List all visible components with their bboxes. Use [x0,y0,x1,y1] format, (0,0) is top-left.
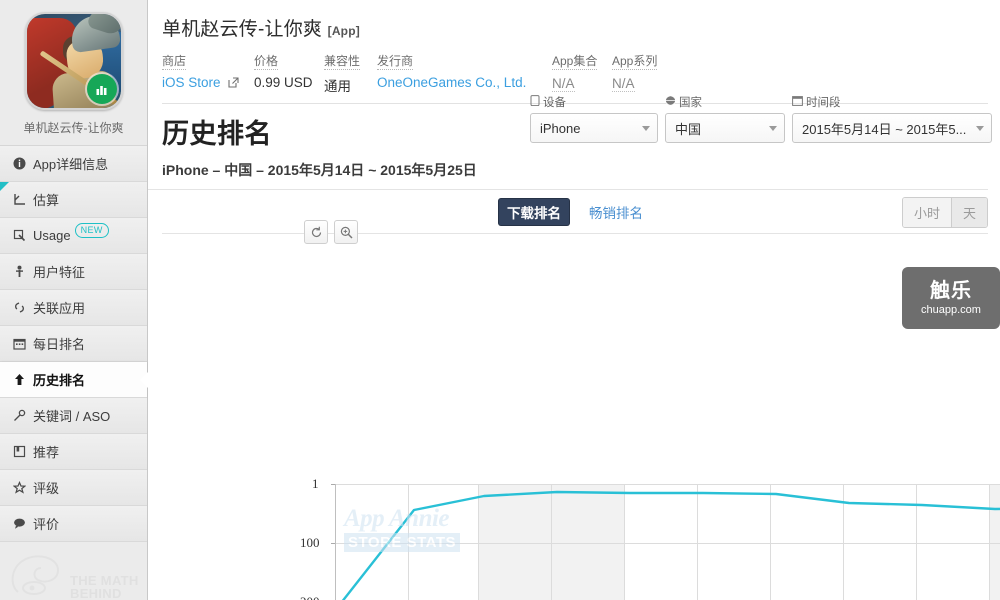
app-series-value: N/A [612,76,635,92]
logo-line-2: BEHIND [70,586,122,600]
sidebar-item-label: 评级 [33,481,60,496]
publisher-link[interactable]: OneOneGames Co., Ltd. [377,75,552,90]
main-content: 单机赵云传-让你爽 [App] 商店 iOS Store 价格 0.99 USD… [148,0,1000,600]
page-app-title: 单机赵云传-让你爽 [App] [162,14,1000,41]
sidebar-item-keywords-aso[interactable]: 关键词 / ASO [0,398,147,434]
sidebar-item-label: 估算 [33,193,60,208]
chart-area: 1 100 200 300 400 500 5月17日 5月24日 App [148,218,1000,600]
sidebar-nav: App详细信息 估算 Usage NEW 用户特征 关联应用 每日排名 历史排名… [0,145,148,542]
sidebar: 单机赵云传-让你爽 App详细信息 估算 Usage NEW 用户特征 关联应用… [0,0,148,600]
sidebar-item-label: 历史排名 [33,373,86,388]
filter-bar: 设备 iPhone 国家 中国 时间段 2015年5月14日 ~ 2015年5.… [530,94,992,143]
link-icon [11,301,27,314]
sidebar-item-history-rank[interactable]: 历史排名 [0,362,148,398]
sidebar-item-label: 推荐 [33,445,60,460]
filter-label: 时间段 [806,97,841,109]
store-link[interactable]: iOS Store [162,75,254,91]
meta-app-series: App系列 N/A [612,52,672,95]
app-icon-zhaoyun [24,12,123,110]
filter-date-range: 时间段 2015年5月14日 ~ 2015年5... [792,94,992,143]
sidebar-item-ratings[interactable]: 评级 [0,470,147,506]
calendar-icon [792,95,803,109]
calendar-icon [11,337,27,350]
sidebar-item-label: 关键词 / ASO [33,409,111,424]
filter-label-row: 国家 [665,94,785,110]
meta-label: 价格 [254,54,279,70]
filter-label-row: 设备 [530,94,658,110]
sidebar-item-app-details[interactable]: App详细信息 [0,146,147,182]
globe-icon [665,95,676,109]
meta-compatibility: 兼容性 通用 [324,52,377,95]
filter-label: 设备 [543,97,566,109]
page-subtitle: iPhone – 中国 – 2015年5月14日 ~ 2015年5月25日 [148,151,988,190]
app-title-suffix: [App] [327,24,360,38]
book-icon [11,445,27,458]
sidebar-item-label: 评价 [33,517,60,532]
device-select-value: iPhone [540,120,581,136]
filter-label-row: 时间段 [792,94,992,110]
meta-publisher: 发行商 OneOneGames Co., Ltd. [377,52,552,95]
meta-label: 发行商 [377,54,414,70]
compatibility-value: 通用 [324,79,351,94]
sidebar-item-label: App详细信息 [33,157,109,172]
y-tick-1: 1 [312,476,319,491]
app-collection-value: N/A [552,76,575,92]
meta-label: 商店 [162,54,187,70]
app-header: 单机赵云传-让你爽 [App] 商店 iOS Store 价格 0.99 USD… [148,0,1000,104]
price-value: 0.99 USD [254,75,313,90]
arrow-up-icon [11,373,27,386]
person-icon [11,265,27,278]
info-icon [11,157,27,170]
date-range-value: 2015年5月14日 ~ 2015年5... [802,121,966,137]
key-icon [11,409,27,422]
chevron-down-icon [976,125,984,131]
sidebar-item-label: Usage [33,228,71,243]
filter-device: 设备 iPhone [530,94,658,143]
store-value: iOS Store [162,75,221,90]
sidebar-item-label: 用户特征 [33,265,86,280]
meta-label: App系列 [612,54,658,70]
external-link-icon [228,76,239,91]
meta-store: 商店 iOS Store [162,52,254,95]
cursor-icon [11,229,27,242]
sidebar-item-label: 每日排名 [33,337,86,352]
comment-icon [11,517,27,530]
y-tick-200: 200 [300,594,320,600]
sidebar-item-label: 关联应用 [33,301,86,316]
sidebar-item-reviews[interactable]: 评价 [0,506,147,542]
chart-icon [11,193,27,206]
filter-country: 国家 中国 [665,94,785,143]
country-select[interactable]: 中国 [665,113,785,143]
history-rank-chart[interactable] [148,218,1000,600]
sidebar-app-header: 单机赵云传-让你爽 [0,0,147,136]
sidebar-item-estimates[interactable]: 估算 [0,182,147,218]
app-annie-badge-icon [86,74,117,104]
sidebar-app-name: 单机赵云传-让你爽 [23,121,124,135]
the-math-behind-logo: THE MATH BEHIND [8,548,148,600]
active-section-marker [0,182,9,191]
chevron-down-icon [642,125,650,131]
meta-app-collection: App集合 N/A [552,52,612,95]
app-annie-history-rank-page: 单机赵云传-让你爽 App详细信息 估算 Usage NEW 用户特征 关联应用… [0,0,1000,600]
meta-price: 价格 0.99 USD [254,52,324,95]
sidebar-item-daily-rank[interactable]: 每日排名 [0,326,147,362]
meta-label: 兼容性 [324,54,361,70]
sidebar-item-related-apps[interactable]: 关联应用 [0,290,147,326]
new-badge: NEW [74,223,109,238]
meta-label: App集合 [552,54,598,70]
device-icon [530,95,540,109]
country-select-value: 中国 [675,121,702,137]
app-title-text: 单机赵云传-让你爽 [162,19,323,40]
y-ticks [331,484,335,544]
device-select[interactable]: iPhone [530,113,658,143]
sidebar-item-demographics[interactable]: 用户特征 [0,254,147,290]
filter-label: 国家 [679,97,702,109]
chevron-down-icon [769,125,777,131]
star-icon [11,481,27,494]
y-tick-100: 100 [300,535,320,550]
sidebar-item-usage[interactable]: Usage NEW [0,218,147,254]
sidebar-item-featured[interactable]: 推荐 [0,434,147,470]
date-range-select[interactable]: 2015年5月14日 ~ 2015年5... [792,113,992,143]
